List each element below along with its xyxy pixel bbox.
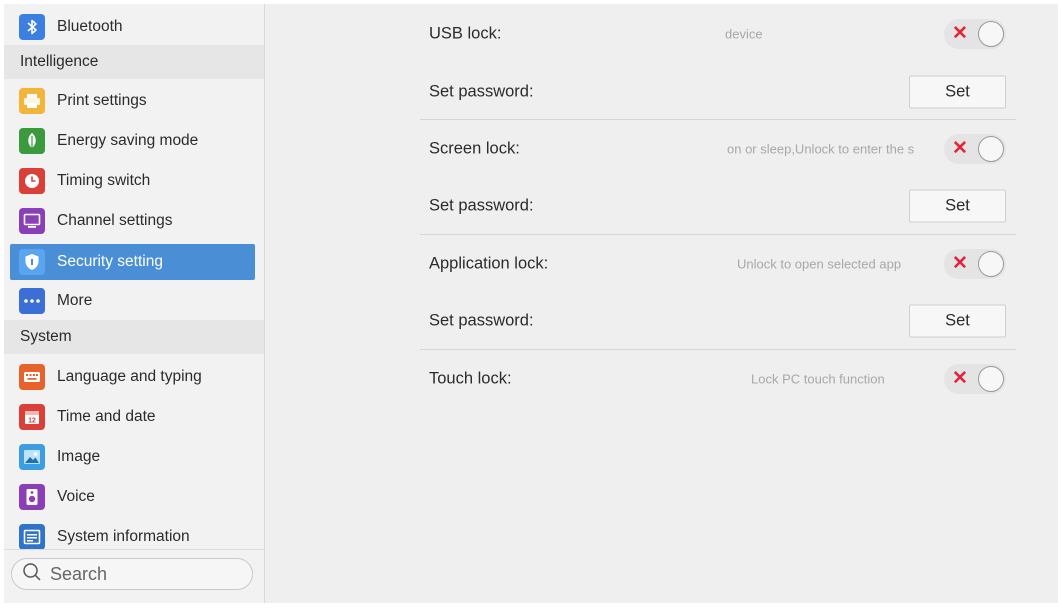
usb-lock-label: USB lock: — [429, 24, 502, 43]
sidebar-item-label: Print settings — [57, 92, 147, 109]
usb-password-row: Set password: Set — [420, 64, 1016, 120]
divider — [420, 119, 1016, 120]
printer-icon — [19, 88, 45, 114]
bluetooth-icon — [19, 14, 45, 40]
settings-window: Bluetooth Intelligence Print settings En… — [4, 4, 1058, 603]
sidebar-item-label: Bluetooth — [57, 18, 123, 35]
sidebar-item-label: More — [57, 292, 93, 309]
svg-text:12: 12 — [28, 418, 36, 425]
sidebar-item-energy-saving-mode[interactable]: Energy saving mode — [10, 123, 255, 159]
sidebar-item-label: Timing switch — [57, 172, 151, 189]
usb-lock-row: USB lock: device ✕ — [420, 6, 1016, 62]
toggle-knob — [978, 251, 1004, 277]
sidebar-item-language-and-typing[interactable]: Language and typing — [10, 359, 255, 395]
screen-set-password-button[interactable]: Set — [909, 189, 1006, 223]
sidebar-item-label: Time and date — [57, 408, 156, 425]
section-header-intelligence: Intelligence — [4, 45, 264, 79]
sidebar-item-label: Voice — [57, 488, 95, 505]
sidebar-item-label: Energy saving mode — [57, 132, 199, 149]
sidebar-item-voice[interactable]: Voice — [10, 479, 255, 515]
divider — [420, 349, 1016, 350]
touch-lock-hint: Lock PC touch function — [751, 371, 885, 387]
sidebar-item-label: Security setting — [57, 253, 163, 270]
sidebar-item-security-setting[interactable]: Security setting — [10, 244, 255, 280]
application-lock-label: Application lock: — [429, 254, 549, 273]
sidebar-item-time-and-date[interactable]: 12 Time and date — [10, 399, 255, 435]
touch-lock-label: Touch lock: — [429, 369, 512, 388]
clock-icon — [19, 168, 45, 194]
touch-lock-row: Touch lock: Lock PC touch function ✕ — [420, 351, 1016, 407]
set-password-label: Set password: — [429, 196, 534, 215]
sidebar-item-channel-settings[interactable]: Channel settings — [10, 203, 255, 239]
sidebar-item-label: Channel settings — [57, 212, 173, 229]
toggle-knob — [978, 136, 1004, 162]
keyboard-icon — [19, 364, 45, 390]
search-input[interactable] — [48, 562, 242, 586]
screen-lock-hint: on or sleep,Unlock to enter the s — [727, 141, 915, 157]
application-set-password-button[interactable]: Set — [909, 304, 1006, 338]
screen-lock-row: Screen lock: on or sleep,Unlock to enter… — [420, 121, 1016, 177]
more-dots-icon — [19, 288, 45, 314]
sidebar-item-image[interactable]: Image — [10, 439, 255, 475]
application-password-row: Set password: Set — [420, 293, 1016, 349]
usb-lock-hint: device — [725, 26, 763, 42]
sidebar-item-label: Language and typing — [57, 368, 202, 385]
speaker-icon — [19, 484, 45, 510]
sidebar-item-label: System information — [57, 528, 190, 545]
screen-lock-toggle[interactable]: ✕ — [944, 134, 1006, 164]
application-lock-hint: Unlock to open selected app — [737, 256, 902, 272]
leaf-icon — [19, 128, 45, 154]
image-icon — [19, 444, 45, 470]
section-header-system: System — [4, 320, 264, 354]
screen-password-row: Set password: Set — [420, 178, 1016, 234]
calendar-icon: 12 — [19, 404, 45, 430]
application-lock-row: Application lock: Unlock to open selecte… — [420, 236, 1016, 292]
search-icon — [22, 562, 42, 587]
monitor-icon — [19, 208, 45, 234]
sidebar-item-bluetooth[interactable]: Bluetooth — [10, 9, 255, 45]
toggle-knob — [978, 21, 1004, 47]
close-icon: ✕ — [952, 253, 968, 274]
toggle-knob — [978, 366, 1004, 392]
search-box[interactable] — [11, 558, 253, 590]
sidebar-divider — [4, 549, 264, 550]
application-lock-toggle[interactable]: ✕ — [944, 249, 1006, 279]
sidebar-item-print-settings[interactable]: Print settings — [10, 83, 255, 119]
close-icon: ✕ — [952, 368, 968, 389]
sidebar-item-more[interactable]: More — [10, 283, 255, 319]
document-icon — [19, 524, 45, 550]
set-password-label: Set password: — [429, 311, 534, 330]
shield-icon — [19, 249, 45, 275]
close-icon: ✕ — [952, 138, 968, 159]
touch-lock-toggle[interactable]: ✕ — [944, 364, 1006, 394]
sidebar-item-label: Image — [57, 448, 101, 465]
close-icon: ✕ — [952, 23, 968, 44]
sidebar: Bluetooth Intelligence Print settings En… — [4, 4, 265, 603]
screen-lock-label: Screen lock: — [429, 139, 520, 158]
sidebar-item-timing-switch[interactable]: Timing switch — [10, 163, 255, 199]
divider — [420, 234, 1016, 235]
usb-set-password-button[interactable]: Set — [909, 75, 1006, 109]
set-password-label: Set password: — [429, 82, 534, 101]
usb-lock-toggle[interactable]: ✕ — [944, 19, 1006, 49]
